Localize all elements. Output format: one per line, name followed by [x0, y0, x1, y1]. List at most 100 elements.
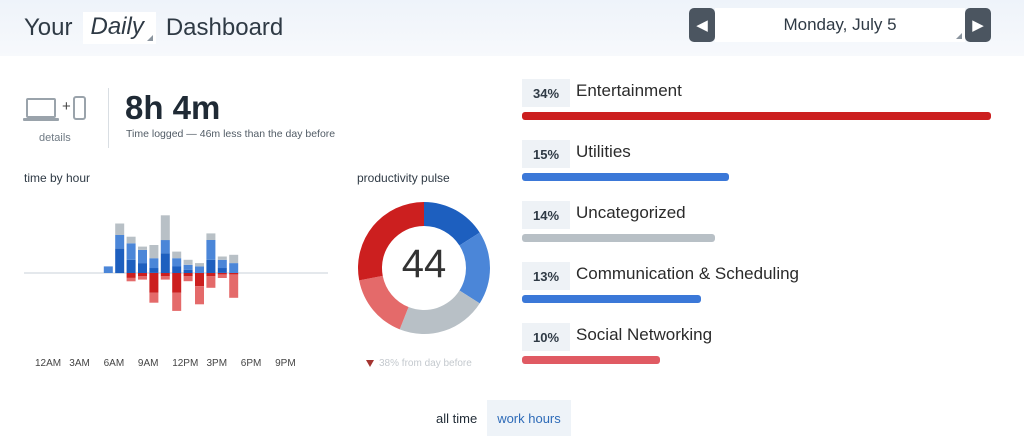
hour-bar-1PM-s4[interactable]: [172, 292, 182, 311]
category-row[interactable]: 34% Entertainment: [522, 79, 992, 127]
time-logged-subtitle: Time logged — 46m less than the day befo…: [126, 128, 336, 140]
hour-bar-11AM-s2[interactable]: [149, 245, 159, 259]
hour-bar-2PM-s4[interactable]: [183, 276, 193, 282]
category-percent: 14%: [522, 201, 570, 229]
hour-bar-3PM-s1[interactable]: [195, 266, 204, 273]
date-navigator: ◀ Monday, July 5 ▶: [689, 8, 991, 42]
arrow-down-icon: [366, 360, 374, 367]
category-name[interactable]: Utilities: [576, 142, 631, 162]
time-range-toggle: all time work hours: [426, 400, 571, 436]
device-icons: +: [23, 96, 92, 121]
hour-bar-9AM-s0[interactable]: [126, 259, 136, 273]
hour-bar-2PM-s3[interactable]: [183, 273, 193, 277]
hour-bar-9AM-s4[interactable]: [126, 278, 136, 282]
category-bar: [522, 295, 701, 303]
hour-bar-4PM-s3[interactable]: [206, 273, 216, 277]
category-row[interactable]: 13% Communication & Scheduling: [522, 262, 992, 310]
hour-tick-label: 12PM: [172, 358, 199, 369]
hour-bar-10AM-s4[interactable]: [138, 276, 147, 280]
hour-bar-5PM-s2[interactable]: [217, 256, 227, 260]
hour-bar-2PM-s0[interactable]: [183, 269, 193, 273]
hour-bar-10AM-s3[interactable]: [138, 273, 147, 277]
category-row[interactable]: 10% Social Networking: [522, 323, 992, 371]
hour-tick-label: 12AM: [35, 358, 62, 369]
devices-details[interactable]: + details: [23, 96, 92, 144]
hour-bar-12PM-s0[interactable]: [160, 253, 170, 273]
hour-bar-6PM-s1[interactable]: [229, 263, 239, 273]
hour-bar-9AM-s3[interactable]: [126, 273, 136, 278]
hour-bar-2PM-s1[interactable]: [183, 264, 193, 270]
hour-bar-5PM-s4[interactable]: [217, 274, 227, 278]
category-percent: 15%: [522, 140, 570, 168]
hour-tick-label: 3AM: [69, 358, 90, 369]
hour-bar-4PM-s0[interactable]: [206, 259, 216, 273]
hour-bar-3PM-s2[interactable]: [195, 263, 204, 267]
hour-bar-10AM-s0[interactable]: [138, 263, 147, 273]
hour-bar-6PM-s2[interactable]: [229, 254, 239, 264]
hour-bar-7AM-s1[interactable]: [103, 266, 113, 273]
hour-bar-1PM-s0[interactable]: [172, 266, 182, 273]
chevron-left-icon[interactable]: ◀: [689, 8, 715, 42]
hour-bar-2PM-s2[interactable]: [183, 259, 193, 265]
hour-bar-4PM-s1[interactable]: [206, 240, 216, 260]
hour-bar-11AM-s4[interactable]: [149, 292, 159, 303]
hour-bar-6PM-s3[interactable]: [229, 273, 239, 275]
chevron-right-icon[interactable]: ▶: [965, 8, 991, 42]
hour-bar-5PM-s3[interactable]: [217, 273, 227, 275]
hour-bar-3PM-s4[interactable]: [195, 286, 204, 305]
title-prefix: Your: [24, 14, 73, 41]
hour-bar-3PM-s3[interactable]: [195, 273, 204, 287]
total-time: 8h 4m: [125, 89, 221, 126]
period-dropdown[interactable]: Daily: [82, 12, 156, 44]
hour-tick-label: 3PM: [206, 358, 228, 369]
hour-bar-12PM-s1[interactable]: [160, 240, 170, 254]
category-name[interactable]: Social Networking: [576, 325, 712, 345]
hour-bar-6PM-s4[interactable]: [229, 274, 239, 298]
hour-bar-8AM-s1[interactable]: [115, 235, 125, 249]
category-percent: 34%: [522, 79, 570, 107]
hour-bar-9AM-s1[interactable]: [126, 243, 136, 260]
hour-bar-10AM-s1[interactable]: [138, 249, 147, 264]
title-suffix: Dashboard: [165, 14, 284, 41]
hour-bar-4PM-s4[interactable]: [206, 276, 216, 288]
hour-bar-12PM-s2[interactable]: [160, 215, 170, 241]
hour-bar-4PM-s2[interactable]: [206, 233, 216, 240]
plus-icon: +: [62, 97, 71, 115]
category-name[interactable]: Uncategorized: [576, 203, 686, 223]
time-by-hour-chart[interactable]: [18, 190, 330, 340]
hour-bar-12PM-s4[interactable]: [160, 276, 170, 280]
hour-bar-11AM-s3[interactable]: [149, 273, 159, 293]
date-selector[interactable]: Monday, July 5: [715, 8, 965, 42]
hour-tick-label: 6AM: [103, 358, 125, 369]
hour-chart-title: time by hour: [24, 171, 91, 185]
category-name[interactable]: Entertainment: [576, 81, 682, 101]
all-time-button[interactable]: all time: [426, 400, 488, 436]
hour-tick-label: 9PM: [275, 358, 296, 369]
work-hours-button[interactable]: work hours: [487, 400, 571, 436]
category-bar: [522, 234, 715, 242]
category-name[interactable]: Communication & Scheduling: [576, 264, 799, 284]
category-row[interactable]: 14% Uncategorized: [522, 201, 992, 249]
hour-bar-11AM-s0[interactable]: [149, 268, 159, 273]
laptop-icon: [23, 98, 59, 121]
hour-bar-9AM-s2[interactable]: [126, 236, 136, 244]
hour-bar-8AM-s0[interactable]: [115, 248, 125, 274]
pulse-title: productivity pulse: [357, 171, 450, 185]
hour-bar-1PM-s3[interactable]: [172, 273, 182, 293]
pulse-score: 44: [401, 242, 447, 286]
details-link[interactable]: details: [26, 132, 92, 144]
category-bar: [522, 173, 729, 181]
divider: [108, 88, 109, 148]
hour-bar-5PM-s1[interactable]: [217, 259, 227, 269]
hour-tick-label: 9AM: [137, 358, 159, 369]
phone-icon: [72, 96, 86, 120]
category-row[interactable]: 15% Utilities: [522, 140, 992, 188]
hour-bar-12PM-s3[interactable]: [160, 273, 170, 277]
hour-bar-11AM-s1[interactable]: [149, 258, 159, 269]
hour-bar-5PM-s0[interactable]: [217, 268, 227, 273]
hour-bar-1PM-s2[interactable]: [172, 251, 182, 259]
hour-bar-10AM-s2[interactable]: [138, 246, 147, 250]
hour-bar-1PM-s1[interactable]: [172, 258, 182, 267]
category-bar: [522, 112, 991, 120]
hour-bar-8AM-s2[interactable]: [115, 223, 125, 236]
